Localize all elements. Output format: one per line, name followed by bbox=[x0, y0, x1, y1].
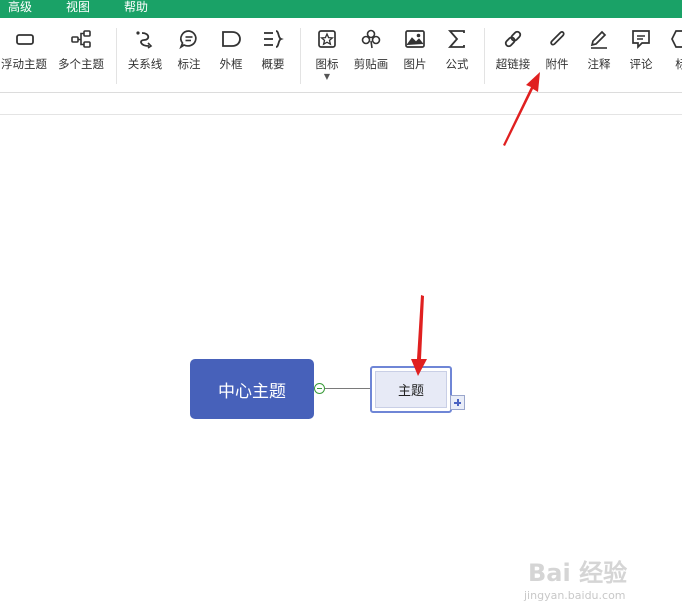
callout-icon bbox=[179, 30, 197, 50]
clipart-label: 剪贴画 bbox=[353, 57, 389, 71]
comment-label: 评论 bbox=[629, 57, 653, 71]
attachment-label: 附件 bbox=[545, 57, 569, 71]
formula-button[interactable]: 公式 bbox=[429, 26, 485, 88]
image-label: 图片 bbox=[403, 57, 427, 71]
summary-icon bbox=[264, 30, 284, 48]
format-bar bbox=[0, 93, 682, 115]
menu-view[interactable]: 视图 bbox=[66, 0, 90, 18]
clipart-icon bbox=[361, 29, 381, 49]
note-icon bbox=[590, 30, 607, 49]
label-button[interactable]: 标 bbox=[653, 26, 682, 88]
marker-label: 图标 bbox=[315, 57, 339, 71]
hyperlink-label: 超链接 bbox=[495, 57, 531, 71]
summary-button[interactable]: 概要 bbox=[245, 26, 301, 88]
watermark-logo: Bai 经验 bbox=[528, 559, 628, 587]
toolbar: 浮动主题 多个主题 关系线 标注 外框 概要 图标 ▼ 剪贴画 图片 公式 超链… bbox=[0, 18, 682, 93]
central-topic[interactable]: 中心主题 bbox=[190, 359, 314, 419]
summary-label: 概要 bbox=[261, 57, 285, 71]
attachment-icon bbox=[550, 31, 565, 46]
relationship-icon bbox=[136, 31, 153, 49]
menu-help[interactable]: 帮助 bbox=[124, 0, 148, 18]
sub-topic[interactable]: 主题 bbox=[370, 366, 452, 413]
topic-connector bbox=[325, 388, 372, 389]
formula-icon bbox=[448, 30, 465, 48]
collapse-toggle[interactable] bbox=[314, 383, 325, 394]
marker-icon bbox=[318, 30, 336, 48]
floating-topic-icon bbox=[16, 34, 34, 45]
sub-topic-label: 主题 bbox=[375, 371, 447, 408]
watermark-url: jingyan.baidu.com bbox=[524, 589, 626, 602]
hyperlink-icon bbox=[504, 30, 522, 48]
multi-topic-label: 多个主题 bbox=[58, 57, 104, 71]
add-topic-button[interactable] bbox=[450, 395, 465, 410]
image-icon bbox=[405, 30, 425, 48]
callout-label: 标注 bbox=[177, 57, 201, 71]
baidu-watermark: Bai 经验 jingyan.baidu.com bbox=[524, 547, 674, 607]
multi-topic-button[interactable]: 多个主题 bbox=[53, 26, 109, 88]
mindmap-canvas[interactable]: 中心主题 主题 Bai 经验 jingyan.baidu.com bbox=[0, 115, 682, 602]
menu-advanced[interactable]: 高级 bbox=[8, 0, 32, 18]
multi-topic-icon bbox=[71, 30, 91, 48]
floating-topic-label: 浮动主题 bbox=[1, 57, 47, 71]
boundary-icon bbox=[222, 31, 241, 47]
label-icon bbox=[671, 30, 682, 48]
menu-bar: 高级 视图 帮助 bbox=[0, 0, 682, 18]
note-label: 注释 bbox=[587, 57, 611, 71]
label-label: 标 bbox=[675, 57, 682, 71]
chevron-down-icon[interactable]: ▼ bbox=[324, 73, 330, 81]
comment-icon bbox=[632, 30, 650, 50]
formula-label: 公式 bbox=[445, 57, 469, 71]
relationship-label: 关系线 bbox=[127, 57, 163, 71]
floating-topic-button[interactable]: 浮动主题 bbox=[0, 26, 52, 88]
boundary-label: 外框 bbox=[219, 57, 243, 71]
